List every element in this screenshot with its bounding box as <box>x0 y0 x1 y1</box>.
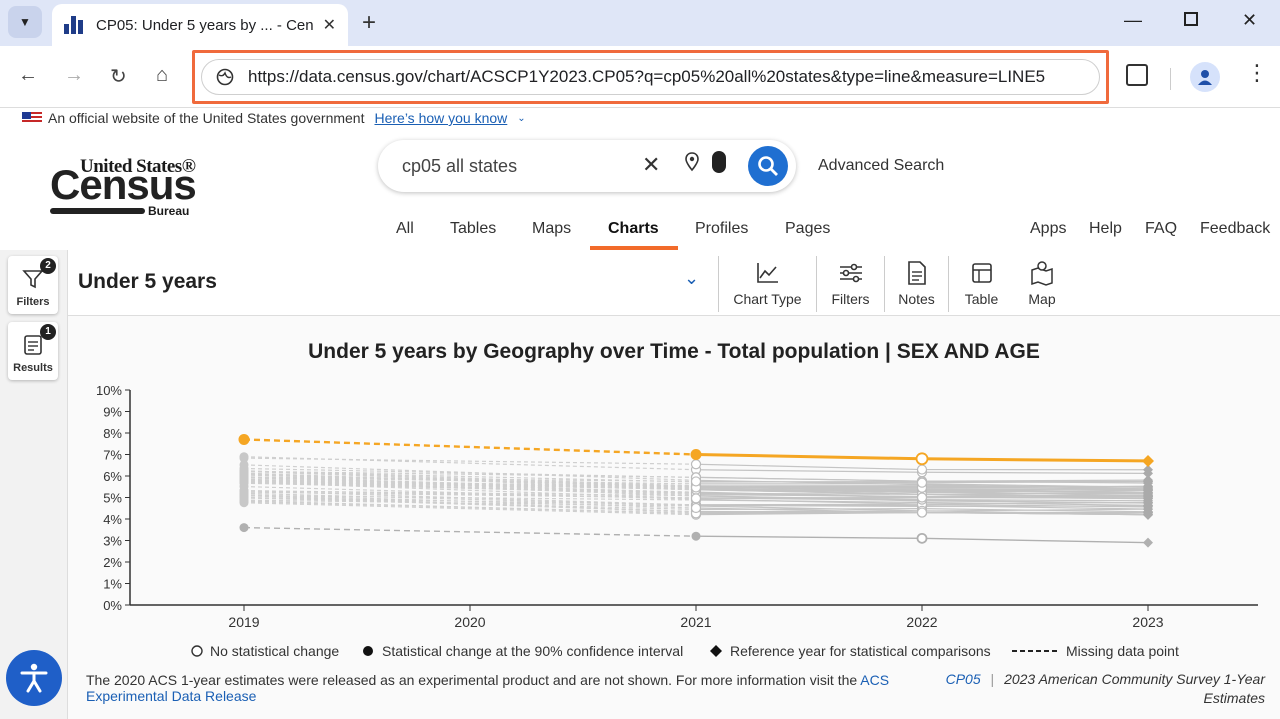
home-icon[interactable]: ⌂ <box>156 64 168 87</box>
reload-icon[interactable]: ↻ <box>110 64 127 89</box>
source-citation: CP05 | 2023 American Community Survey 1-… <box>940 670 1265 708</box>
sliders-icon <box>839 263 862 283</box>
location-pin-icon[interactable] <box>684 152 700 172</box>
footer-note: The 2020 ACS 1-year estimates were relea… <box>86 672 916 704</box>
tab-tables[interactable]: Tables <box>450 220 496 238</box>
accessibility-button[interactable] <box>6 650 62 706</box>
map-view-button[interactable]: Map <box>1014 256 1070 312</box>
table-view-button[interactable]: Table <box>948 256 1014 312</box>
faq-link[interactable]: FAQ <box>1145 220 1177 238</box>
tab-maps[interactable]: Maps <box>532 220 571 238</box>
chart-type-button[interactable]: Chart Type <box>718 256 816 312</box>
results-side-button[interactable]: 1 Results <box>8 322 58 380</box>
table-view-label: Table <box>964 291 999 307</box>
chart-area: Under 5 years by Geography over Time - T… <box>68 316 1280 719</box>
map-view-label: Map <box>1028 291 1056 307</box>
url-text: https://data.census.gov/chart/ACSCP1Y202… <box>248 67 1046 86</box>
back-icon[interactable]: ← <box>18 64 38 87</box>
source-divider: | <box>990 671 995 687</box>
maximize-icon[interactable] <box>1184 12 1198 26</box>
left-sidebar: 2 Filters 1 Results <box>0 250 68 719</box>
profile-avatar[interactable] <box>1190 62 1220 92</box>
filter-icon <box>22 270 44 289</box>
gov-banner-text: An official website of the United States… <box>48 110 365 126</box>
source-text: 2023 American Community Survey 1-Year Es… <box>1004 671 1265 706</box>
tab-pages[interactable]: Pages <box>785 220 830 238</box>
tab-search-button[interactable]: ▼ <box>8 6 42 38</box>
browser-tab[interactable]: CP05: Under 5 years by ... - Cen ✕ <box>52 4 348 46</box>
search-input[interactable] <box>402 152 632 180</box>
line-chart-icon <box>756 263 778 283</box>
nav-tabs: All Tables Maps Charts Profiles Pages Ap… <box>0 210 1280 250</box>
logo-line-2: Census <box>50 161 197 208</box>
chevron-down-icon[interactable]: ⌄ <box>517 113 525 124</box>
search-icon <box>758 156 778 176</box>
map-icon <box>1031 261 1053 286</box>
source-code-link[interactable]: CP05 <box>946 671 981 687</box>
toolbar-divider <box>1170 68 1171 90</box>
close-tab-icon[interactable]: ✕ <box>323 15 336 35</box>
notes-button[interactable]: Notes <box>884 256 948 312</box>
filters-side-button[interactable]: 2 Filters <box>8 256 58 314</box>
us-flag-icon <box>22 112 42 124</box>
user-icon <box>1198 70 1212 85</box>
chevron-down-icon: ▼ <box>19 15 31 29</box>
gov-banner: An official website of the United States… <box>22 108 526 128</box>
filters-badge: 2 <box>40 258 56 274</box>
results-icon <box>24 335 42 355</box>
help-link[interactable]: Help <box>1089 220 1122 238</box>
accessibility-icon <box>20 663 48 693</box>
how-you-know-link[interactable]: Here’s how you know <box>374 110 507 126</box>
close-window-icon[interactable]: ✕ <box>1242 10 1257 31</box>
advanced-search-link[interactable]: Advanced Search <box>818 157 944 175</box>
chart-type-label: Chart Type <box>733 291 802 307</box>
tab-profiles[interactable]: Profiles <box>695 220 748 238</box>
results-badge: 1 <box>40 324 56 340</box>
feedback-link[interactable]: Feedback <box>1200 220 1270 238</box>
tab-charts[interactable]: Charts <box>608 220 659 238</box>
footer-note-text: The 2020 ACS 1-year estimates were relea… <box>86 672 861 688</box>
census-favicon-icon <box>64 16 84 34</box>
chart-toolbar: Under 5 years ⌄ Chart Type Filters Notes <box>68 250 1280 316</box>
filters-tool-button[interactable]: Filters <box>816 256 884 312</box>
measure-dropdown-chevron-icon[interactable]: ⌄ <box>684 268 699 289</box>
url-highlight-box: https://data.census.gov/chart/ACSCP1Y202… <box>192 50 1109 104</box>
address-bar[interactable]: https://data.census.gov/chart/ACSCP1Y202… <box>201 59 1100 95</box>
more-menu-icon[interactable]: ⋮ <box>1246 60 1268 86</box>
filters-tool-label: Filters <box>831 291 870 307</box>
chart-title: Under 5 years by Geography over Time - T… <box>308 340 1040 363</box>
search-box: ✕ <box>378 140 796 192</box>
results-side-label: Results <box>13 362 53 374</box>
notes-icon <box>907 261 926 285</box>
measure-title: Under 5 years <box>78 270 217 293</box>
microphone-icon[interactable] <box>712 151 726 173</box>
minimize-icon[interactable]: — <box>1124 10 1142 31</box>
tab-title: CP05: Under 5 years by ... - Cen <box>96 16 314 34</box>
extensions-icon[interactable] <box>1126 64 1148 86</box>
new-tab-icon[interactable]: + <box>362 9 376 37</box>
browser-tab-bar: ▼ CP05: Under 5 years by ... - Cen ✕ + —… <box>0 0 1280 46</box>
browser-toolbar: ← → ↻ ⌂ https://data.census.gov/chart/AC… <box>0 46 1280 108</box>
forward-icon[interactable]: → <box>64 64 84 87</box>
site-info-icon[interactable] <box>216 68 234 86</box>
filters-side-label: Filters <box>16 296 50 308</box>
clear-search-icon[interactable]: ✕ <box>642 152 660 178</box>
table-icon <box>971 263 992 283</box>
search-button[interactable] <box>748 146 788 186</box>
notes-label: Notes <box>898 291 935 307</box>
apps-link[interactable]: Apps <box>1030 220 1066 238</box>
tab-all[interactable]: All <box>396 220 414 238</box>
